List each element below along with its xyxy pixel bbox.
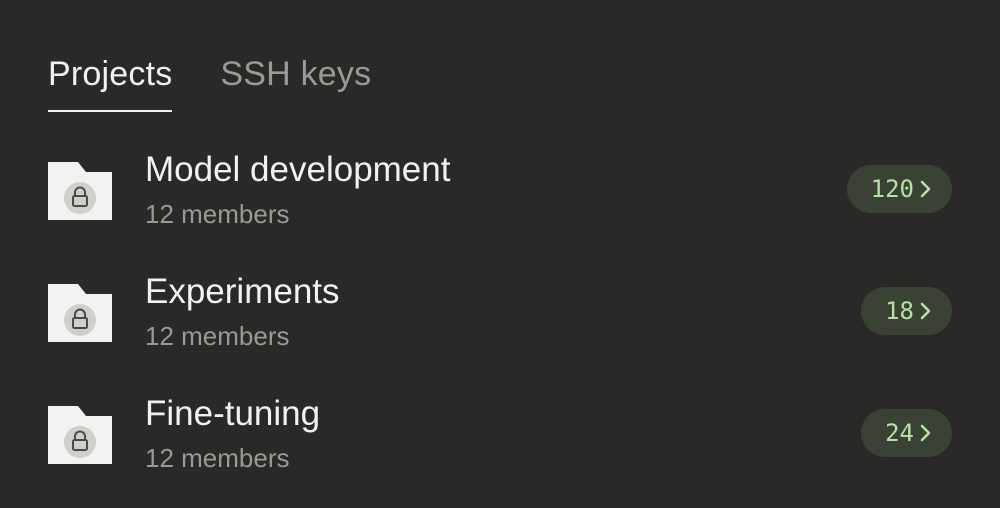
count-badge[interactable]: 18 bbox=[861, 287, 952, 335]
tab-ssh-keys[interactable]: SSH keys bbox=[220, 52, 371, 112]
count-value: 24 bbox=[885, 419, 914, 447]
tab-bar: Projects SSH keys bbox=[48, 52, 371, 112]
project-members: 12 members bbox=[145, 199, 290, 229]
project-title: Model development bbox=[145, 150, 451, 189]
count-value: 120 bbox=[870, 175, 914, 203]
project-row-fine-tuning[interactable]: Fine-tuning 12 members 24 bbox=[48, 386, 952, 508]
project-title: Experiments bbox=[145, 272, 340, 311]
project-row-model-development[interactable]: Model development 12 members 120 bbox=[48, 142, 952, 264]
project-list: Model development 12 members 120 Experim… bbox=[48, 142, 952, 508]
project-members: 12 members bbox=[145, 321, 290, 351]
locked-folder-icon bbox=[48, 406, 112, 464]
count-badge[interactable]: 120 bbox=[846, 165, 952, 213]
projects-panel: Projects SSH keys Model development 12 m… bbox=[0, 0, 1000, 508]
count-value: 18 bbox=[885, 297, 914, 325]
chevron-right-icon bbox=[920, 302, 931, 320]
project-members: 12 members bbox=[145, 443, 290, 473]
tab-projects[interactable]: Projects bbox=[48, 52, 173, 112]
count-badge[interactable]: 24 bbox=[861, 409, 952, 457]
project-title: Fine-tuning bbox=[145, 394, 321, 433]
chevron-right-icon bbox=[920, 424, 931, 442]
locked-folder-icon bbox=[48, 284, 112, 342]
project-row-experiments[interactable]: Experiments 12 members 18 bbox=[48, 264, 952, 386]
locked-folder-icon bbox=[48, 162, 112, 220]
chevron-right-icon bbox=[920, 180, 931, 198]
